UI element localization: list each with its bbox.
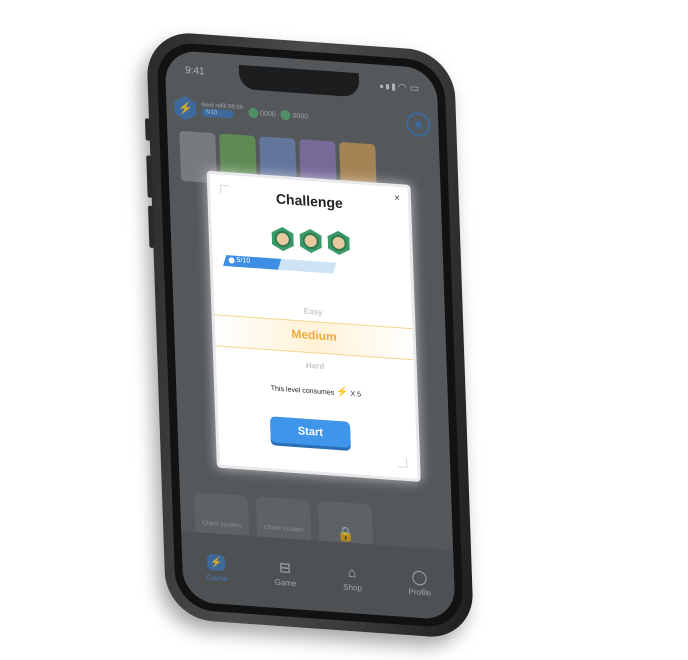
consume-amount: X 5 — [350, 390, 362, 399]
team-avatars — [211, 222, 410, 260]
close-icon[interactable]: × — [394, 193, 400, 204]
progress-text: 5/10 — [236, 256, 251, 265]
start-button[interactable]: Start — [269, 416, 351, 448]
side-button-mute — [144, 118, 151, 141]
lightning-icon: ⚡ — [335, 386, 349, 399]
phone-mockup: 9:41 ◠ ▭ ⚡ Next refill 59:59 5/10 0000 0… — [144, 30, 475, 640]
progress-icon — [228, 256, 235, 264]
consume-text: This level consumes — [270, 385, 335, 397]
energy-consumption: This level consumes ⚡ X 5 — [217, 378, 415, 403]
character-avatar — [327, 230, 350, 256]
character-avatar — [299, 228, 322, 254]
app-screen: 9:41 ◠ ▭ ⚡ Next refill 59:59 5/10 0000 0… — [164, 49, 456, 621]
character-avatar — [271, 226, 294, 252]
corner-decoration — [398, 458, 408, 468]
progress-label: 5/10 — [228, 256, 251, 265]
challenge-modal: Challenge × 5/10 Easy Medium Hard This l… — [206, 170, 421, 482]
modal-title: Challenge — [275, 190, 344, 212]
